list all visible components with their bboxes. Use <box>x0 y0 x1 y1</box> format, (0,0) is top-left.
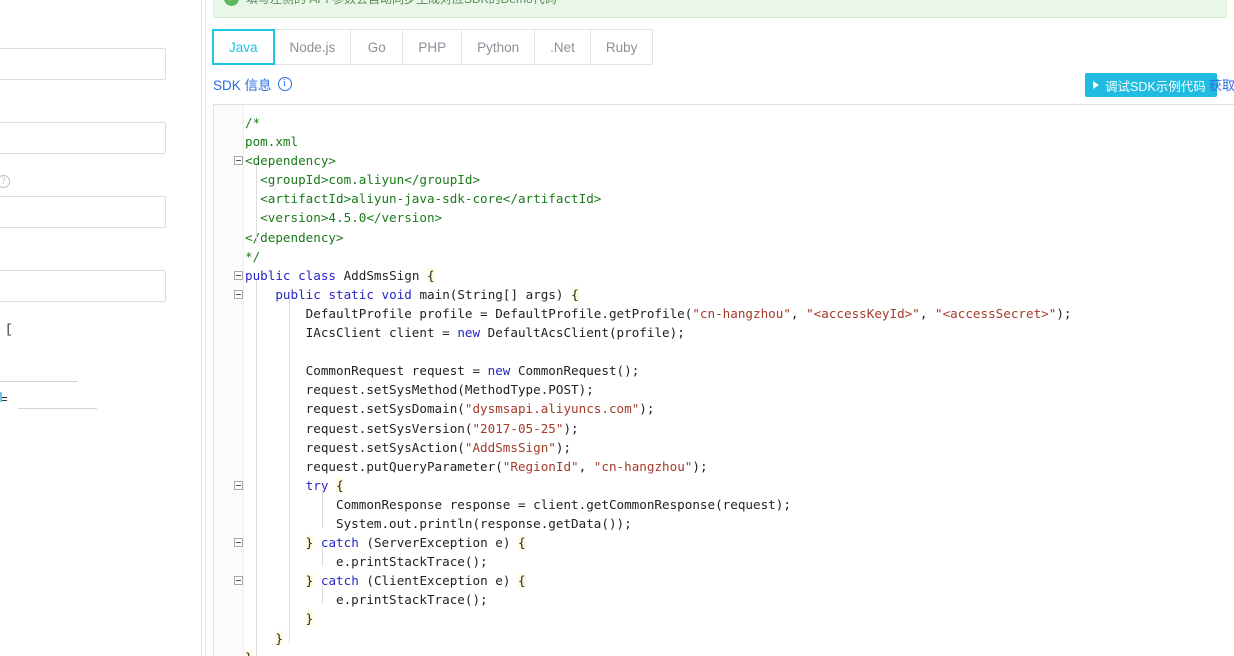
code-line: <artifactId>aliyun-java-sdk-core</artifa… <box>245 191 602 207</box>
indent-guide <box>256 279 257 656</box>
code-line: request.setSysDomain("dysmsapi.aliyuncs.… <box>245 401 655 417</box>
code-viewer: /* pom.xml <dependency> <groupId>com.aliyu… <box>213 104 1234 656</box>
sdk-demo-main: ✓ 填写左侧的 API 参数会自动同步生成对应SDK的Demo代码 Java N… <box>206 0 1234 656</box>
form-input-3[interactable] <box>0 196 166 228</box>
divider-line-2 <box>18 408 97 409</box>
check-circle-icon: ✓ <box>224 0 239 6</box>
code-line: public static void main(String[] args) { <box>275 286 579 302</box>
code-line: } <box>305 611 314 627</box>
code-fold-toggle[interactable] <box>234 270 243 280</box>
debug-sdk-sample-button[interactable]: 调试SDK示例代码 <box>1085 73 1217 97</box>
code-line: e.printStackTrace(); <box>245 554 488 570</box>
page-root: * ? [ = ✓ 填写左侧的 API 参数会自动同步生成对应SDK的Demo代… <box>0 0 1234 656</box>
info-banner-text: 填写左侧的 API 参数会自动同步生成对应SDK的Demo代码 <box>246 0 557 7</box>
code-line: IAcsClient client = new DefaultAcsClient… <box>245 325 685 341</box>
tab-nodejs[interactable]: Node.js <box>274 29 352 65</box>
divider-line-1 <box>0 381 78 382</box>
tab-python[interactable]: Python <box>462 29 536 65</box>
code-line: CommonRequest request = new CommonReques… <box>245 363 640 379</box>
code-fold-toggle[interactable] <box>234 289 243 299</box>
form-input-1[interactable] <box>0 48 166 80</box>
code-line: } <box>245 648 1234 656</box>
code-line: request.setSysVersion("2017-05-25"); <box>245 420 579 436</box>
cursor-tick <box>0 392 2 402</box>
indent-guide <box>256 165 257 242</box>
code-line: } catch (ServerException e) { <box>305 535 526 551</box>
indent-guide <box>322 585 323 605</box>
code-line: e.printStackTrace(); <box>245 592 488 608</box>
code-line: DefaultProfile profile = DefaultProfile.… <box>245 305 1072 321</box>
indent-guide <box>322 547 323 567</box>
code-line: */ <box>245 248 261 264</box>
help-icon[interactable]: ? <box>0 175 10 188</box>
code-line: public class AddSmsSign { <box>245 267 435 283</box>
play-icon <box>1093 81 1099 89</box>
tab-php[interactable]: PHP <box>403 29 463 65</box>
code-line: request.setSysAction("AddSmsSign"); <box>245 439 572 455</box>
code-line: } catch (ClientException e) { <box>305 573 526 589</box>
code-fold-toggle[interactable] <box>234 576 243 586</box>
form-input-4[interactable] <box>0 270 166 302</box>
code-fold-gutter <box>214 105 244 656</box>
code-line: <dependency> <box>245 153 336 169</box>
code-line: <groupId>com.aliyun</groupId> <box>245 172 481 188</box>
json-bracket-text: [ <box>5 322 13 337</box>
info-icon[interactable]: i <box>277 77 292 91</box>
sdk-info-link[interactable]: SDK 信息 i <box>213 74 292 94</box>
get-sdk-link[interactable]: 获取 <box>1209 75 1234 94</box>
form-input-2[interactable] <box>0 122 166 154</box>
tab-ruby[interactable]: Ruby <box>590 29 654 65</box>
code-line: try { <box>305 477 344 493</box>
debug-sdk-sample-label: 调试SDK示例代码 <box>1105 79 1206 94</box>
tab-dotnet[interactable]: .Net <box>535 29 591 65</box>
sdk-info-label: SDK 信息 <box>213 78 272 93</box>
code-line: <version>4.5.0</version> <box>245 210 443 226</box>
code-fold-toggle[interactable] <box>234 538 243 548</box>
code-line: System.out.println(response.getData()); <box>245 515 632 531</box>
code-fold-toggle[interactable] <box>234 480 243 490</box>
code-line: pom.xml <box>245 134 299 150</box>
indent-guide <box>289 298 290 643</box>
code-line: request.putQueryParameter("RegionId", "c… <box>245 458 708 474</box>
panel-divider <box>201 0 202 656</box>
language-tab-bar: Java Node.js Go PHP Python .Net Ruby <box>212 29 654 65</box>
code-line: request.setSysMethod(MethodType.POST); <box>245 382 594 398</box>
code-fold-toggle[interactable] <box>234 156 243 166</box>
code-line: /* <box>245 115 261 130</box>
tab-java[interactable]: Java <box>212 29 275 65</box>
info-banner: ✓ 填写左侧的 API 参数会自动同步生成对应SDK的Demo代码 <box>213 0 1227 18</box>
code-line: </dependency> <box>245 229 344 245</box>
indent-guide <box>322 489 323 529</box>
code-line: CommonResponse response = client.getComm… <box>245 496 791 512</box>
tab-go[interactable]: Go <box>351 29 404 65</box>
code-content[interactable]: /* pom.xml <dependency> <groupId>com.aliyu… <box>245 105 1234 656</box>
code-line: } <box>275 630 283 646</box>
api-parameter-form-panel: * ? [ = <box>0 0 201 656</box>
